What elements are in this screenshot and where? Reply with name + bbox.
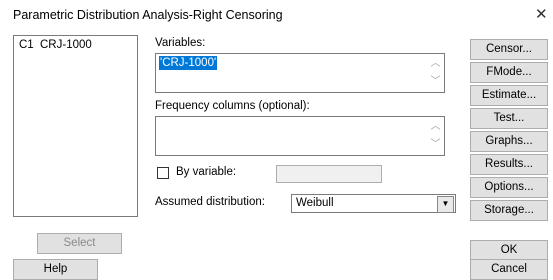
column-name: CRJ-1000 xyxy=(40,39,92,51)
ok-button[interactable]: OK xyxy=(470,240,548,261)
dialog-title: Parametric Distribution Analysis-Right C… xyxy=(13,8,283,22)
variables-label: Variables: xyxy=(155,37,206,49)
scroll-up-icon[interactable]: ︿ xyxy=(427,120,444,134)
variables-scrollbar[interactable]: ︿ ﹀ xyxy=(427,54,444,92)
distribution-label: Assumed distribution: xyxy=(155,196,265,208)
fmode-button[interactable]: FMode... xyxy=(470,62,548,83)
distribution-value: Weibull xyxy=(296,197,334,209)
variables-value: 'CRJ-1000' xyxy=(159,56,218,70)
by-variable-field[interactable] xyxy=(276,165,382,183)
test-button[interactable]: Test... xyxy=(470,108,548,129)
by-variable-checkbox[interactable] xyxy=(157,167,169,179)
censor-button[interactable]: Censor... xyxy=(470,39,548,60)
frequency-label: Frequency columns (optional): xyxy=(155,100,310,112)
chevron-down-icon[interactable]: ▼ xyxy=(437,196,454,213)
select-button[interactable]: Select xyxy=(37,233,122,254)
storage-button[interactable]: Storage... xyxy=(470,200,548,221)
column-list[interactable]: C1 CRJ-1000 xyxy=(13,35,138,217)
frequency-scrollbar[interactable]: ︿ ﹀ xyxy=(427,117,444,155)
by-variable-label: By variable: xyxy=(176,166,237,178)
graphs-button[interactable]: Graphs... xyxy=(470,131,548,152)
scroll-up-icon[interactable]: ︿ xyxy=(427,57,444,71)
distribution-dropdown[interactable]: Weibull ▼ xyxy=(291,194,456,213)
variables-field[interactable]: 'CRJ-1000' ︿ ﹀ xyxy=(155,53,445,93)
close-icon[interactable]: ✕ xyxy=(535,5,548,23)
help-button[interactable]: Help xyxy=(13,259,98,280)
options-button[interactable]: Options... xyxy=(470,177,548,198)
cancel-button[interactable]: Cancel xyxy=(470,259,548,280)
column-id: C1 xyxy=(19,39,34,51)
estimate-button[interactable]: Estimate... xyxy=(470,85,548,106)
results-button[interactable]: Results... xyxy=(470,154,548,175)
scroll-down-icon[interactable]: ﹀ xyxy=(427,138,444,152)
scroll-down-icon[interactable]: ﹀ xyxy=(427,75,444,89)
frequency-field[interactable]: ︿ ﹀ xyxy=(155,116,445,156)
